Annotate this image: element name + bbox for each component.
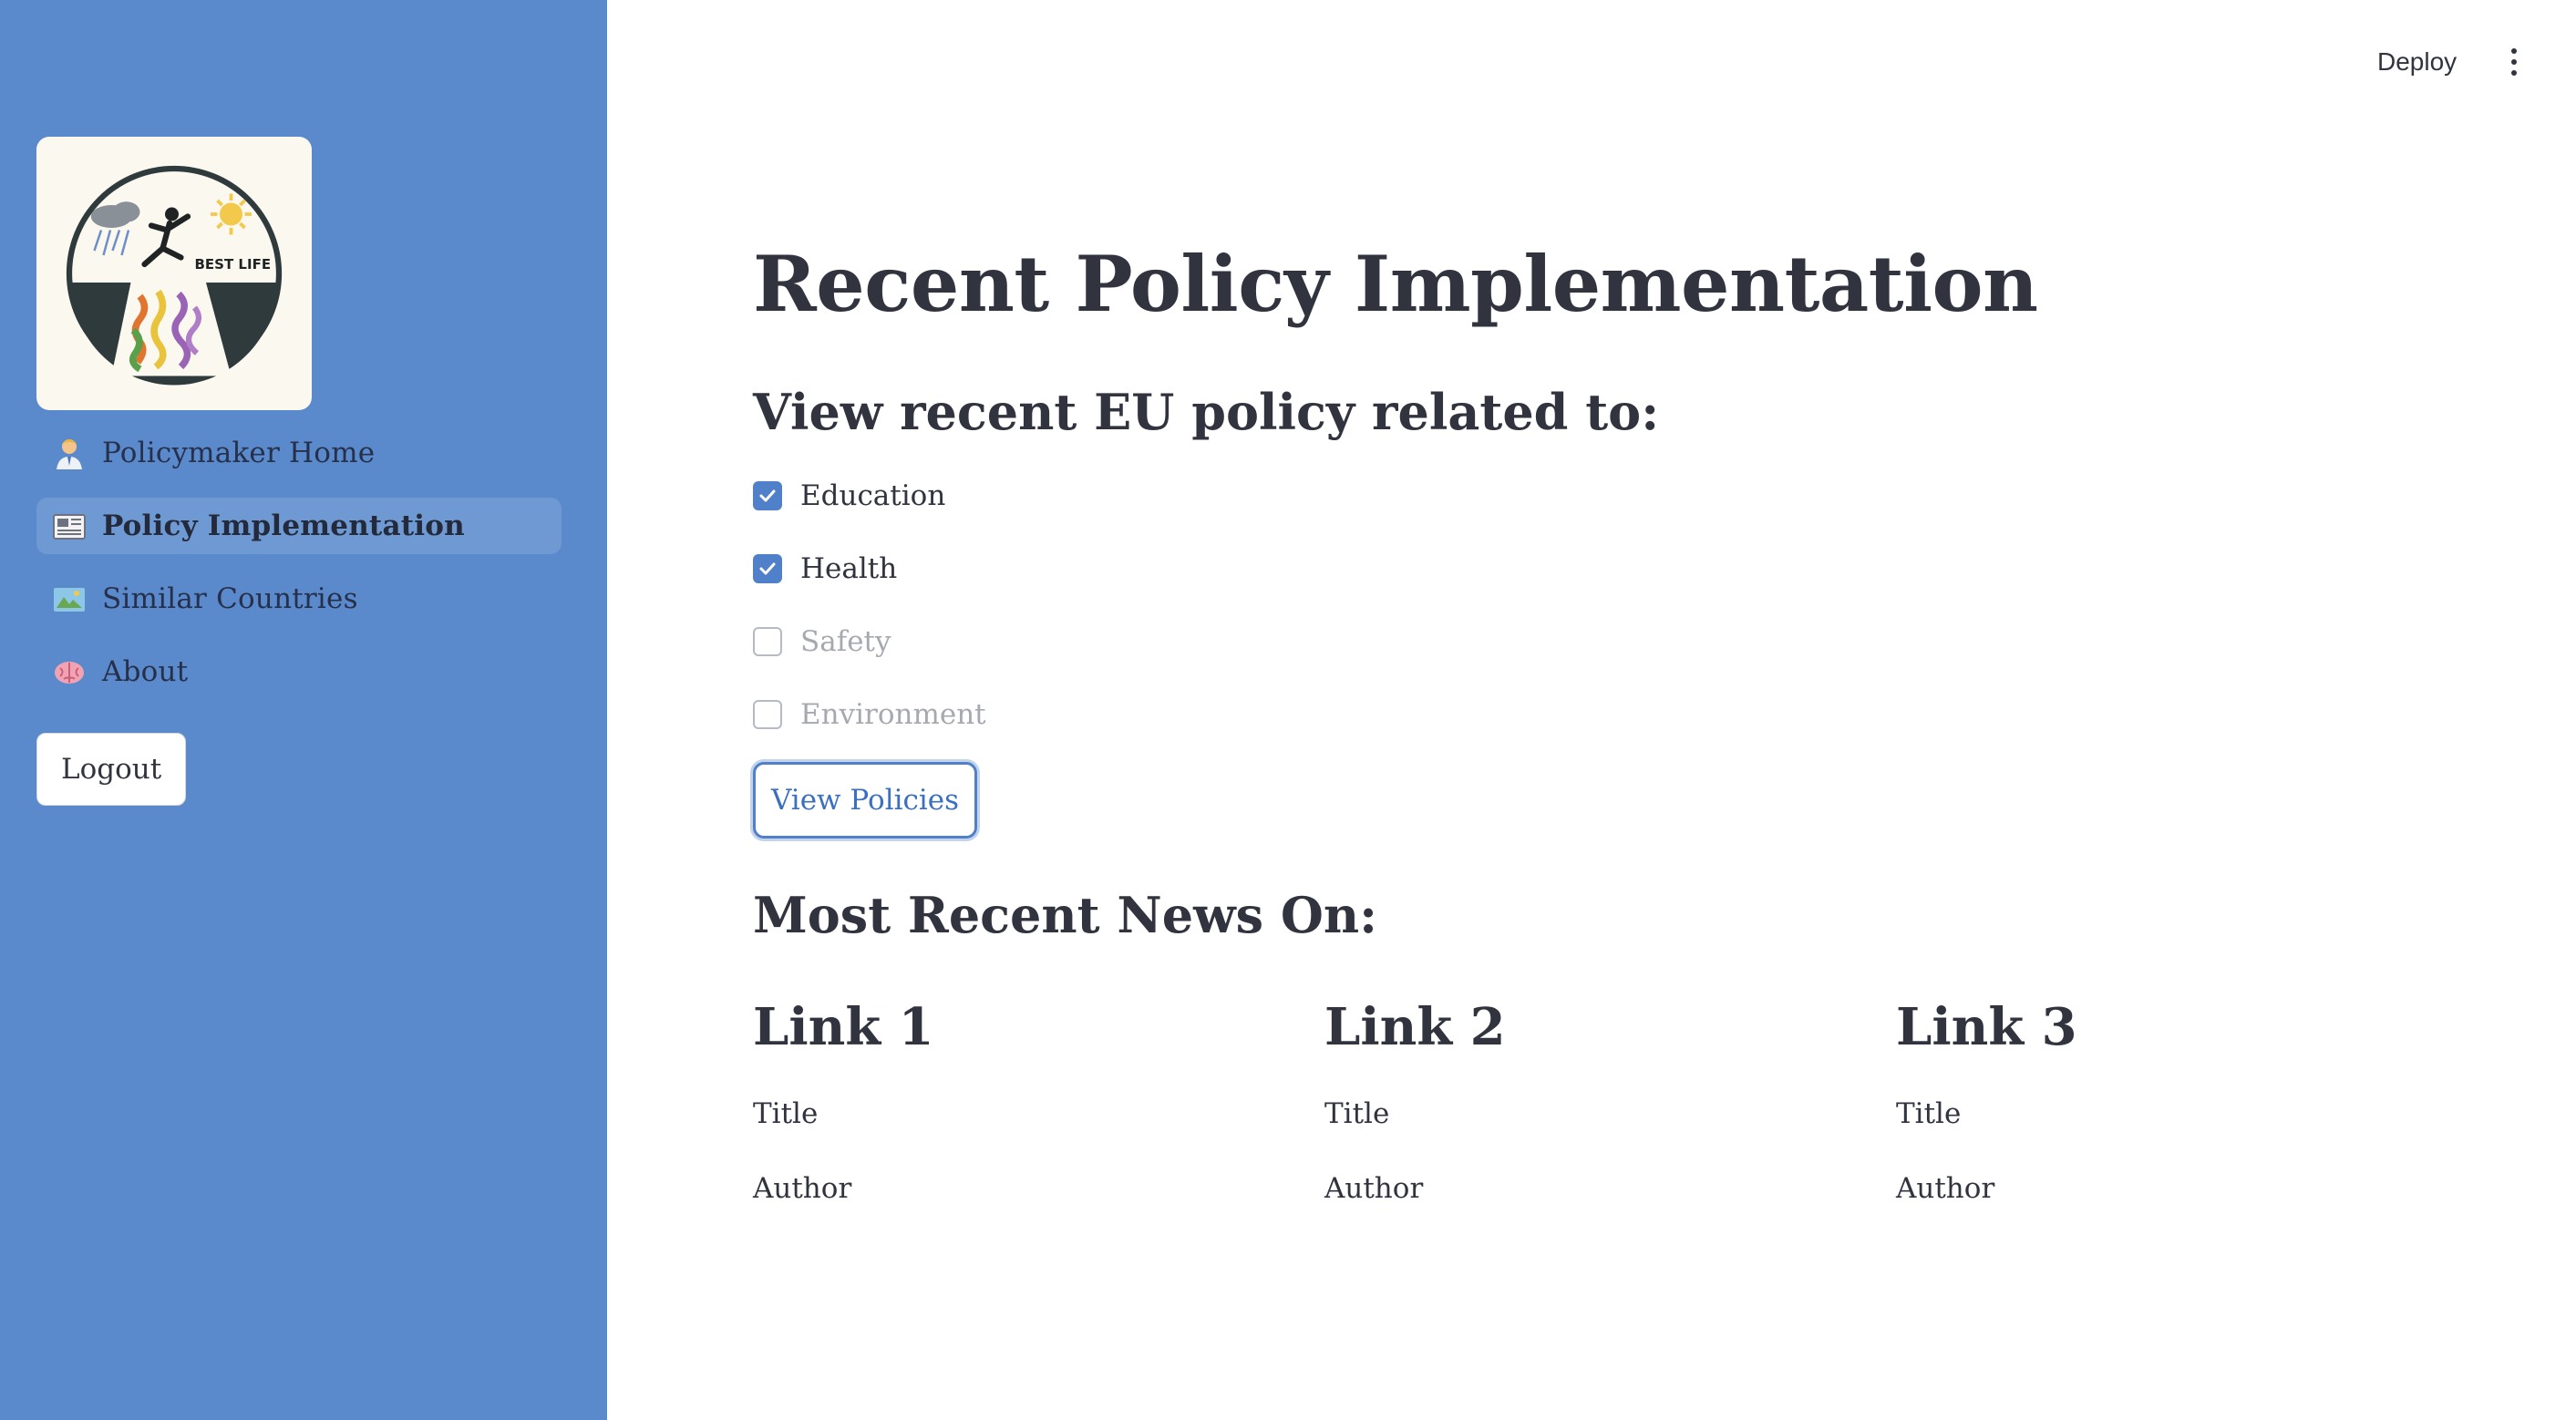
logout-button[interactable]: Logout xyxy=(36,733,187,806)
more-vertical-icon[interactable] xyxy=(2503,40,2525,84)
sidebar-item-label: About xyxy=(102,655,189,688)
sidebar-item-policymaker-home[interactable]: Policymaker Home xyxy=(36,425,562,481)
news-column-3: Link 3 Title Author xyxy=(1896,997,2406,1205)
brain-icon xyxy=(49,652,89,692)
sidebar-item-label: Policy Implementation xyxy=(102,509,465,542)
checkbox-label: Environment xyxy=(800,698,986,731)
checkbox-unchecked-icon[interactable] xyxy=(753,700,782,729)
news-link-1[interactable]: Link 1 xyxy=(753,997,1263,1057)
news-author: Author xyxy=(1896,1172,1995,1205)
policy-subheader: View recent EU policy related to: xyxy=(753,383,1660,441)
checkbox-label: Safety xyxy=(800,625,891,658)
checkbox-unchecked-icon[interactable] xyxy=(753,627,782,656)
sidebar-item-similar-countries[interactable]: Similar Countries xyxy=(36,571,562,627)
checkbox-environment[interactable]: Environment xyxy=(753,693,986,736)
topic-checklist: Education Health Safety Environment xyxy=(753,474,986,766)
sidebar-nav: Policymaker Home Policy Implementation S… xyxy=(36,425,562,716)
news-title: Title xyxy=(1896,1097,1962,1130)
main-content: Recent Policy Implementation View recent… xyxy=(753,0,2485,1420)
news-author: Author xyxy=(1324,1172,1424,1205)
sidebar-item-about[interactable]: About xyxy=(36,643,562,700)
logo: BEST LIFE xyxy=(36,137,312,410)
app-root: BEST LIFE Policymaker Home Policy Implem… xyxy=(0,0,2576,1420)
checkbox-checked-icon[interactable] xyxy=(753,554,782,583)
sidebar-item-policy-implementation[interactable]: Policy Implementation xyxy=(36,498,562,554)
office-worker-icon xyxy=(49,433,89,473)
map-icon xyxy=(49,579,89,619)
checkbox-health[interactable]: Health xyxy=(753,547,986,591)
news-link-3[interactable]: Link 3 xyxy=(1896,997,2406,1057)
view-policies-button[interactable]: View Policies xyxy=(753,762,977,839)
best-life-logo-icon: BEST LIFE xyxy=(66,165,283,386)
checkbox-label: Health xyxy=(800,552,898,585)
checkbox-checked-icon[interactable] xyxy=(753,481,782,510)
page-title: Recent Policy Implementation xyxy=(753,239,2038,329)
sidebar: BEST LIFE Policymaker Home Policy Implem… xyxy=(0,0,607,1420)
sidebar-item-label: Policymaker Home xyxy=(102,437,376,469)
news-header: Most Recent News On: xyxy=(753,886,1378,944)
news-title: Title xyxy=(753,1097,819,1130)
checkbox-safety[interactable]: Safety xyxy=(753,620,986,664)
checkbox-education[interactable]: Education xyxy=(753,474,986,518)
checkbox-label: Education xyxy=(800,479,946,512)
news-column-1: Link 1 Title Author xyxy=(753,997,1263,1205)
news-link-2[interactable]: Link 2 xyxy=(1324,997,1835,1057)
svg-text:BEST LIFE: BEST LIFE xyxy=(195,256,272,273)
news-column-2: Link 2 Title Author xyxy=(1324,997,1835,1205)
news-author: Author xyxy=(753,1172,852,1205)
news-title: Title xyxy=(1324,1097,1390,1130)
sidebar-item-label: Similar Countries xyxy=(102,582,358,615)
newspaper-icon xyxy=(49,506,89,546)
